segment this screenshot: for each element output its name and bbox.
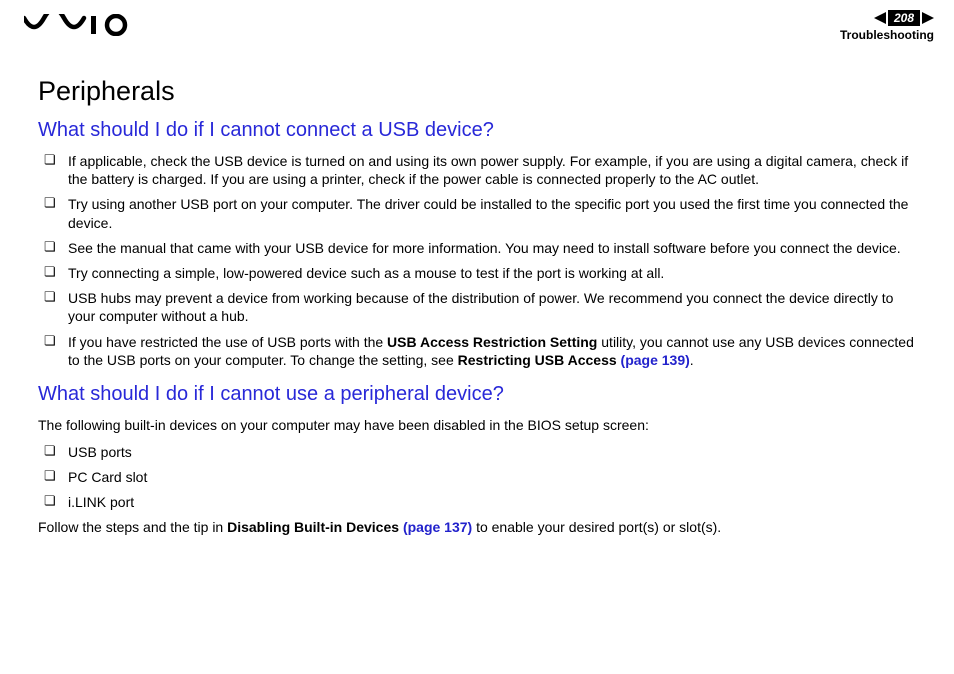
section-label: Troubleshooting [840, 28, 934, 42]
header-right: 208 Troubleshooting [840, 10, 934, 42]
list-item: PC Card slot [44, 468, 922, 486]
section2-list: USB ports PC Card slot i.LINK port [44, 443, 922, 512]
list-item: USB ports [44, 443, 922, 461]
prev-page-arrow-icon[interactable] [874, 12, 886, 24]
list-item: If you have restricted the use of USB po… [44, 333, 922, 369]
list-item: i.LINK port [44, 493, 922, 511]
page-number: 208 [888, 10, 920, 26]
section1-list: If applicable, check the USB device is t… [44, 152, 922, 369]
section1-heading: What should I do if I cannot connect a U… [38, 119, 922, 142]
list-item: If applicable, check the USB device is t… [44, 152, 922, 188]
next-page-arrow-icon[interactable] [922, 12, 934, 24]
page-ref-link[interactable]: (page 137) [403, 519, 472, 535]
list-item: Try connecting a simple, low-powered dev… [44, 264, 922, 282]
vaio-logo [24, 10, 132, 36]
bold-text: Disabling Built-in Devices [227, 519, 403, 535]
vaio-logo-icon [24, 14, 132, 36]
page-header: 208 Troubleshooting [0, 0, 954, 48]
page-title: Peripherals [38, 76, 922, 107]
bold-text: Restricting USB Access [458, 352, 621, 368]
page-nav: 208 [840, 10, 934, 26]
section2-outro: Follow the steps and the tip in Disablin… [38, 518, 922, 537]
section2-intro: The following built-in devices on your c… [38, 416, 922, 435]
bold-text: USB Access Restriction Setting [387, 334, 597, 350]
list-item: See the manual that came with your USB d… [44, 239, 922, 257]
list-item: USB hubs may prevent a device from worki… [44, 289, 922, 325]
page-ref-link[interactable]: (page 139) [621, 352, 690, 368]
section2-heading: What should I do if I cannot use a perip… [38, 383, 922, 406]
content: Peripherals What should I do if I cannot… [0, 48, 954, 537]
list-item: Try using another USB port on your compu… [44, 195, 922, 231]
